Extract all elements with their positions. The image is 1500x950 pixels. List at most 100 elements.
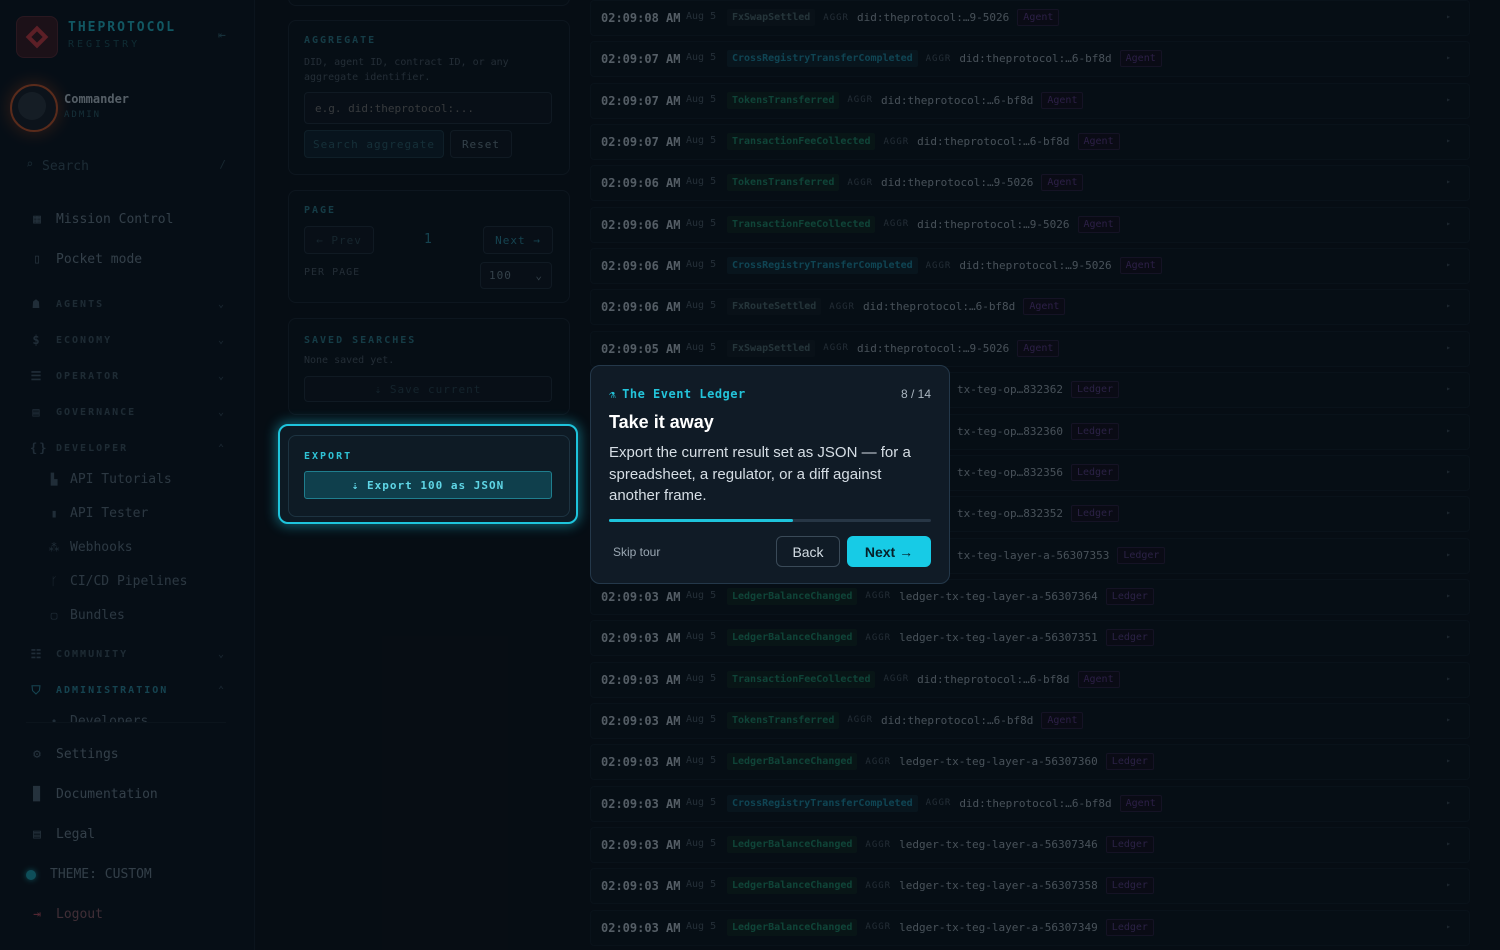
event-row[interactable]: 02:09:03 AM Aug 5 LedgerBalanceChanged AGGR… [590, 909, 1470, 946]
sidebar-item-webhooks[interactable]: ⁂ Webhooks [48, 540, 133, 555]
expand-row-icon[interactable]: ▸ [1446, 53, 1451, 62]
skip-tour-button[interactable]: Skip tour [613, 545, 660, 559]
event-row[interactable]: 02:09:03 AM Aug 5 LedgerBalanceChanged AGGR… [590, 578, 1470, 615]
next-button[interactable]: Next → [847, 536, 931, 567]
event-row[interactable]: 02:09:03 AM Aug 5 LedgerBalanceChanged AGGR… [590, 827, 1470, 863]
aggregate-id[interactable]: tx-teg-layer-a-56307353 [957, 549, 1109, 562]
event-row[interactable]: 02:09:06 AM Aug 5 CrossRegistryTransferCom… [590, 248, 1470, 285]
expand-row-icon[interactable]: ▸ [1446, 922, 1451, 931]
aggregate-id[interactable]: did:theprotocol:…6-bf8d [917, 673, 1069, 686]
aggregate-id[interactable]: ledger-tx-teg-layer-a-56307351 [899, 631, 1098, 644]
theme-toggle[interactable]: THEME: CUSTOM [26, 867, 152, 882]
sidebar-item-developers[interactable]: • Developers [48, 714, 149, 722]
aggregate-id[interactable]: did:theprotocol:…6-bf8d [959, 797, 1111, 810]
aggregate-id[interactable]: ledger-tx-teg-layer-a-56307349 [899, 921, 1098, 934]
expand-row-icon[interactable]: ▸ [1446, 343, 1451, 352]
save-current-button[interactable]: ⇣ Save current [304, 376, 552, 402]
sidebar-item-pocket-mode[interactable]: ▯ Pocket mode [30, 252, 142, 267]
expand-row-icon[interactable]: ▸ [1446, 674, 1451, 683]
event-row[interactable]: 02:09:08 AM Aug 5 FxSwapSettled AGGR did:the… [590, 0, 1470, 36]
aggregate-id[interactable]: ledger-tx-teg-layer-a-56307360 [899, 755, 1098, 768]
collapse-sidebar-icon[interactable]: ⇤ [218, 28, 226, 43]
sidebar-item-api-tester[interactable]: ▮ API Tester [48, 506, 149, 521]
event-row[interactable]: 02:09:07 AM Aug 5 TokensTransferred AGGR did… [590, 82, 1470, 119]
search-aggregate-button[interactable]: Search aggregate [304, 130, 444, 158]
aggregate-id[interactable]: did:theprotocol:…6-bf8d [917, 135, 1069, 148]
avatar[interactable] [10, 84, 58, 132]
admin-submenu-scroll[interactable]: • Developers [26, 706, 226, 723]
sidebar-item-legal[interactable]: ▤ Legal [30, 827, 95, 842]
expand-row-icon[interactable]: ▸ [1446, 384, 1451, 393]
aggregate-id[interactable]: ledger-tx-teg-layer-a-56307364 [899, 590, 1098, 603]
event-row[interactable]: 02:09:03 AM Aug 5 CrossRegistryTransferCom… [590, 785, 1470, 822]
expand-row-icon[interactable]: ▸ [1446, 467, 1451, 476]
event-row[interactable]: 02:09:03 AM Aug 5 LedgerBalanceChanged AGGR… [590, 620, 1470, 657]
expand-row-icon[interactable]: ▸ [1446, 798, 1451, 807]
expand-row-icon[interactable]: ▸ [1446, 219, 1451, 228]
expand-row-icon[interactable]: ▸ [1446, 756, 1451, 765]
aggregate-id[interactable]: did:theprotocol:…9-5026 [857, 11, 1009, 24]
sidebar-section-economy[interactable]: $ ECONOMY ⌄ [30, 333, 226, 347]
event-row[interactable]: 02:09:07 AM Aug 5 TransactionFeeCollected A… [590, 124, 1470, 161]
aggregate-id[interactable]: did:theprotocol:…9-5026 [917, 218, 1069, 231]
aggregate-id[interactable]: did:theprotocol:…9-5026 [881, 176, 1033, 189]
expand-row-icon[interactable]: ▸ [1446, 12, 1451, 21]
back-button[interactable]: Back [776, 536, 840, 567]
event-row[interactable]: 02:09:03 AM Aug 5 TokensTransferred AGGR did… [590, 702, 1470, 739]
per-page-select[interactable]: 100 ⌄ [480, 262, 552, 289]
search-input[interactable] [40, 152, 224, 180]
logo[interactable] [16, 16, 58, 58]
expand-row-icon[interactable]: ▸ [1446, 839, 1451, 848]
sidebar-section-operator[interactable]: ☰ OPERATOR ⌄ [30, 369, 226, 383]
event-row[interactable]: 02:09:06 AM Aug 5 TokensTransferred AGGR did… [590, 165, 1470, 202]
expand-row-icon[interactable]: ▸ [1446, 136, 1451, 145]
next-page-button[interactable]: Next → [483, 226, 553, 254]
prev-page-button[interactable]: ← Prev [304, 226, 374, 254]
event-row[interactable]: 02:09:03 AM Aug 5 LedgerBalanceChanged AGGR… [590, 868, 1470, 905]
sidebar-section-developer[interactable]: {} DEVELOPER ⌃ [30, 441, 226, 455]
sidebar-section-governance[interactable]: ▤ GOVERNANCE ⌄ [30, 405, 226, 419]
event-row[interactable]: 02:09:03 AM Aug 5 TransactionFeeCollected A… [590, 661, 1470, 698]
sidebar-item-mission-control[interactable]: ▦ Mission Control [30, 212, 173, 227]
aggregate-id[interactable]: tx-teg-op…832356 [957, 466, 1063, 479]
aggregate-id[interactable]: did:theprotocol:…9-5026 [959, 259, 1111, 272]
aggregate-id[interactable]: tx-teg-op…832362 [957, 383, 1063, 396]
expand-row-icon[interactable]: ▸ [1446, 301, 1451, 310]
expand-row-icon[interactable]: ▸ [1446, 632, 1451, 641]
sidebar-section-administration[interactable]: ⛉ ADMINISTRATION ⌃ [30, 683, 226, 698]
sidebar-item-bundles[interactable]: ▢ Bundles [48, 608, 125, 623]
expand-row-icon[interactable]: ▸ [1446, 715, 1451, 724]
event-row[interactable]: 02:09:07 AM Aug 5 CrossRegistryTransferCom… [590, 41, 1470, 78]
aggregate-id[interactable]: ledger-tx-teg-layer-a-56307358 [899, 879, 1098, 892]
logout-button[interactable]: ⇥ Logout [30, 907, 103, 922]
event-row[interactable]: 02:09:05 AM Aug 5 FxSwapSettled AGGR did:the… [590, 330, 1470, 367]
expand-row-icon[interactable]: ▸ [1446, 260, 1451, 269]
aggregate-id[interactable]: did:theprotocol:…6-bf8d [959, 52, 1111, 65]
expand-row-icon[interactable]: ▸ [1446, 426, 1451, 435]
aggregate-id[interactable]: did:theprotocol:…9-5026 [857, 342, 1009, 355]
export-json-button[interactable]: ⇣ Export 100 as JSON [304, 471, 552, 499]
expand-row-icon[interactable]: ▸ [1446, 880, 1451, 889]
event-row[interactable]: 02:09:06 AM Aug 5 FxRouteSettled AGGR did:th… [590, 289, 1470, 326]
event-row[interactable]: 02:09:06 AM Aug 5 TransactionFeeCollected A… [590, 206, 1470, 243]
event-row[interactable]: 02:09:03 AM Aug 5 LedgerBalanceChanged AGGR… [590, 744, 1470, 781]
sidebar-section-agents[interactable]: ☗ AGENTS ⌄ [30, 297, 226, 311]
expand-row-icon[interactable]: ▸ [1446, 508, 1451, 517]
sidebar-item-cicd-pipelines[interactable]: ᚴ CI/CD Pipelines [48, 574, 188, 589]
sidebar-item-api-tutorials[interactable]: ▙ API Tutorials [48, 472, 172, 487]
aggregate-id[interactable]: did:theprotocol:…6-bf8d [881, 714, 1033, 727]
expand-row-icon[interactable]: ▸ [1446, 550, 1451, 559]
expand-row-icon[interactable]: ▸ [1446, 591, 1451, 600]
aggregate-id[interactable]: did:theprotocol:…6-bf8d [881, 94, 1033, 107]
aggregate-id[interactable]: ledger-tx-teg-layer-a-56307346 [899, 838, 1098, 851]
expand-row-icon[interactable]: ▸ [1446, 177, 1451, 186]
aggregate-id[interactable]: tx-teg-op…832352 [957, 507, 1063, 520]
sidebar-item-settings[interactable]: ⚙ Settings [30, 747, 119, 762]
expand-row-icon[interactable]: ▸ [1446, 95, 1451, 104]
aggregate-input[interactable] [304, 92, 552, 124]
sidebar-section-community[interactable]: ☷ COMMUNITY ⌄ [30, 647, 226, 661]
aggregate-id[interactable]: tx-teg-op…832360 [957, 425, 1063, 438]
reset-button[interactable]: Reset [450, 130, 512, 158]
aggregate-id[interactable]: did:theprotocol:…6-bf8d [863, 300, 1015, 313]
sidebar-item-documentation[interactable]: ▉ Documentation [30, 787, 158, 802]
